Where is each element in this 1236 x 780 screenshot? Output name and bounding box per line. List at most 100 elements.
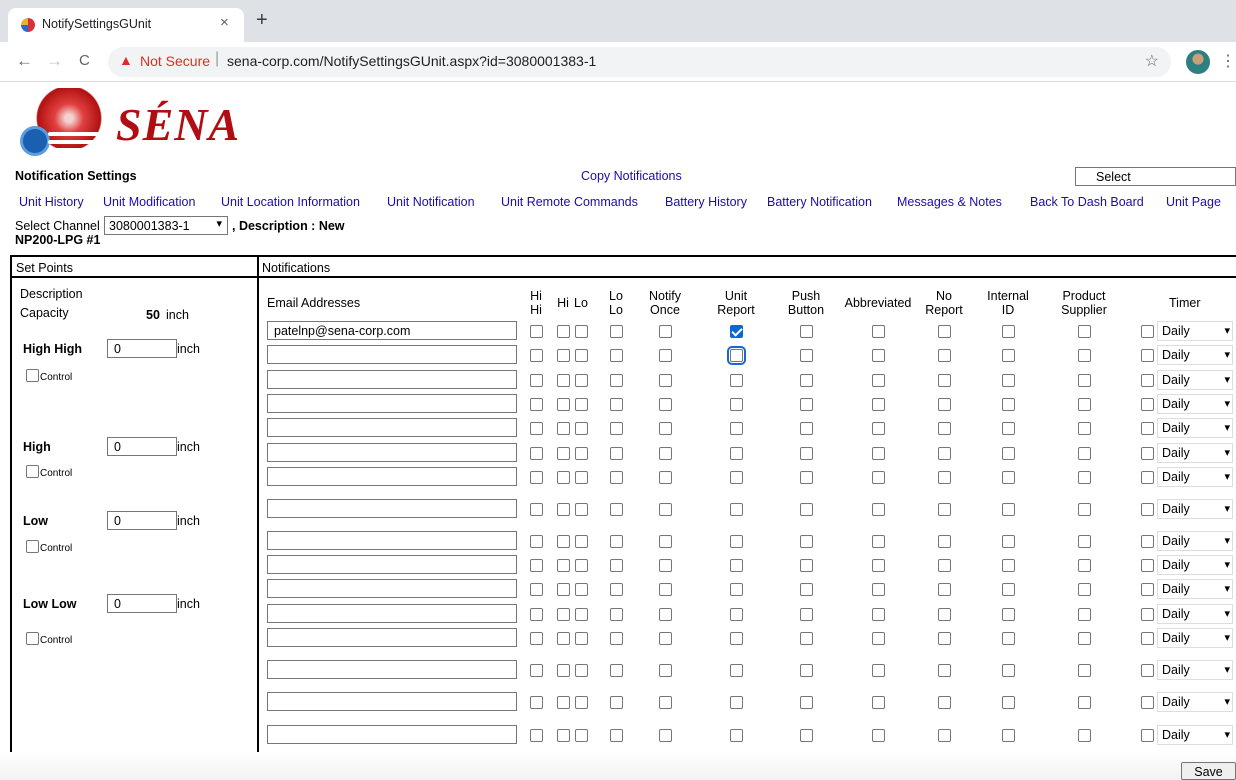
push-button-checkbox[interactable] bbox=[800, 664, 813, 677]
abbreviated-checkbox[interactable] bbox=[872, 503, 885, 516]
unit-report-checkbox[interactable] bbox=[730, 559, 743, 572]
abbreviated-checkbox[interactable] bbox=[872, 447, 885, 460]
push-button-checkbox[interactable] bbox=[800, 608, 813, 621]
lo-checkbox[interactable] bbox=[575, 422, 588, 435]
hi-hi-checkbox[interactable] bbox=[530, 447, 543, 460]
no-report-checkbox[interactable] bbox=[938, 664, 951, 677]
abbreviated-checkbox[interactable] bbox=[872, 559, 885, 572]
lo-lo-checkbox[interactable] bbox=[610, 632, 623, 645]
timer-select[interactable]: Daily ▾ bbox=[1157, 443, 1233, 463]
timer-select[interactable]: Daily ▾ bbox=[1157, 499, 1233, 519]
push-button-checkbox[interactable] bbox=[800, 632, 813, 645]
new-tab-icon[interactable]: + bbox=[256, 9, 268, 32]
unit-report-checkbox[interactable] bbox=[730, 398, 743, 411]
close-tab-icon[interactable]: × bbox=[220, 14, 229, 31]
product-supplier-checkbox[interactable] bbox=[1078, 398, 1091, 411]
timer-select[interactable]: Daily ▾ bbox=[1157, 555, 1233, 575]
no-report-checkbox[interactable] bbox=[938, 608, 951, 621]
product-supplier-checkbox[interactable] bbox=[1078, 632, 1091, 645]
lo-checkbox[interactable] bbox=[575, 471, 588, 484]
no-report-checkbox[interactable] bbox=[938, 535, 951, 548]
internal-id-checkbox[interactable] bbox=[1002, 729, 1015, 742]
lo-lo-checkbox[interactable] bbox=[610, 696, 623, 709]
notify-once-checkbox[interactable] bbox=[659, 664, 672, 677]
timer-select[interactable]: Daily ▾ bbox=[1157, 725, 1233, 745]
no-report-checkbox[interactable] bbox=[938, 583, 951, 596]
email-input[interactable] bbox=[267, 531, 517, 550]
push-button-checkbox[interactable] bbox=[800, 422, 813, 435]
lo-checkbox[interactable] bbox=[575, 696, 588, 709]
abbreviated-checkbox[interactable] bbox=[872, 608, 885, 621]
hi-hi-checkbox[interactable] bbox=[530, 559, 543, 572]
lo-lo-checkbox[interactable] bbox=[610, 729, 623, 742]
hi-hi-checkbox[interactable] bbox=[530, 664, 543, 677]
product-supplier-checkbox[interactable] bbox=[1078, 535, 1091, 548]
abbreviated-checkbox[interactable] bbox=[872, 583, 885, 596]
lo-lo-checkbox[interactable] bbox=[610, 325, 623, 338]
no-report-checkbox[interactable] bbox=[938, 447, 951, 460]
unit-report-checkbox[interactable] bbox=[730, 583, 743, 596]
nav-unit-remote-commands[interactable]: Unit Remote Commands bbox=[501, 195, 638, 209]
nav-unit-notification[interactable]: Unit Notification bbox=[387, 195, 475, 209]
timer-checkbox[interactable] bbox=[1141, 535, 1154, 548]
hi-hi-checkbox[interactable] bbox=[530, 503, 543, 516]
product-supplier-checkbox[interactable] bbox=[1078, 503, 1091, 516]
lo-lo-checkbox[interactable] bbox=[610, 583, 623, 596]
product-supplier-checkbox[interactable] bbox=[1078, 471, 1091, 484]
timer-select[interactable]: Daily ▾ bbox=[1157, 345, 1233, 365]
timer-checkbox[interactable] bbox=[1141, 729, 1154, 742]
email-input[interactable] bbox=[267, 443, 517, 462]
timer-checkbox[interactable] bbox=[1141, 696, 1154, 709]
notify-once-checkbox[interactable] bbox=[659, 696, 672, 709]
timer-checkbox[interactable] bbox=[1141, 422, 1154, 435]
internal-id-checkbox[interactable] bbox=[1002, 608, 1015, 621]
internal-id-checkbox[interactable] bbox=[1002, 559, 1015, 572]
unit-report-checkbox[interactable] bbox=[730, 535, 743, 548]
hi-checkbox[interactable] bbox=[557, 664, 570, 677]
lo-checkbox[interactable] bbox=[575, 632, 588, 645]
notify-once-checkbox[interactable] bbox=[659, 559, 672, 572]
no-report-checkbox[interactable] bbox=[938, 398, 951, 411]
timer-select[interactable]: Daily ▾ bbox=[1157, 579, 1233, 599]
notify-once-checkbox[interactable] bbox=[659, 374, 672, 387]
nav-unit-page[interactable]: Unit Page bbox=[1166, 195, 1221, 209]
unit-report-checkbox[interactable] bbox=[730, 447, 743, 460]
timer-checkbox[interactable] bbox=[1141, 503, 1154, 516]
hi-checkbox[interactable] bbox=[557, 349, 570, 362]
timer-checkbox[interactable] bbox=[1141, 583, 1154, 596]
abbreviated-checkbox[interactable] bbox=[872, 374, 885, 387]
hi-hi-checkbox[interactable] bbox=[530, 471, 543, 484]
lo-checkbox[interactable] bbox=[575, 608, 588, 621]
internal-id-checkbox[interactable] bbox=[1002, 535, 1015, 548]
hi-checkbox[interactable] bbox=[557, 325, 570, 338]
bookmark-star-icon[interactable]: ☆ bbox=[1145, 51, 1159, 71]
nav-messages-notes[interactable]: Messages & Notes bbox=[897, 195, 1002, 209]
notify-once-checkbox[interactable] bbox=[659, 447, 672, 460]
push-button-checkbox[interactable] bbox=[800, 503, 813, 516]
internal-id-checkbox[interactable] bbox=[1002, 325, 1015, 338]
address-bar[interactable]: ▲ Not Secure | sena-corp.com/NotifySetti… bbox=[108, 47, 1171, 77]
hi-hi-checkbox[interactable] bbox=[530, 398, 543, 411]
profile-avatar[interactable] bbox=[1186, 50, 1210, 74]
hi-checkbox[interactable] bbox=[557, 398, 570, 411]
lo-checkbox[interactable] bbox=[575, 325, 588, 338]
notify-once-checkbox[interactable] bbox=[659, 398, 672, 411]
timer-select[interactable]: Daily ▾ bbox=[1157, 531, 1233, 551]
push-button-checkbox[interactable] bbox=[800, 696, 813, 709]
abbreviated-checkbox[interactable] bbox=[872, 325, 885, 338]
low-low-input[interactable]: 0 bbox=[107, 594, 177, 613]
abbreviated-checkbox[interactable] bbox=[872, 471, 885, 484]
abbreviated-checkbox[interactable] bbox=[872, 349, 885, 362]
nav-unit-modification[interactable]: Unit Modification bbox=[103, 195, 195, 209]
email-input[interactable] bbox=[267, 692, 517, 711]
push-button-checkbox[interactable] bbox=[800, 447, 813, 460]
save-button[interactable]: Save bbox=[1181, 762, 1236, 780]
hi-checkbox[interactable] bbox=[557, 559, 570, 572]
notify-once-checkbox[interactable] bbox=[659, 729, 672, 742]
abbreviated-checkbox[interactable] bbox=[872, 696, 885, 709]
email-input[interactable] bbox=[267, 499, 517, 518]
product-supplier-checkbox[interactable] bbox=[1078, 447, 1091, 460]
hi-checkbox[interactable] bbox=[557, 471, 570, 484]
timer-select[interactable]: Daily ▾ bbox=[1157, 467, 1233, 487]
internal-id-checkbox[interactable] bbox=[1002, 632, 1015, 645]
